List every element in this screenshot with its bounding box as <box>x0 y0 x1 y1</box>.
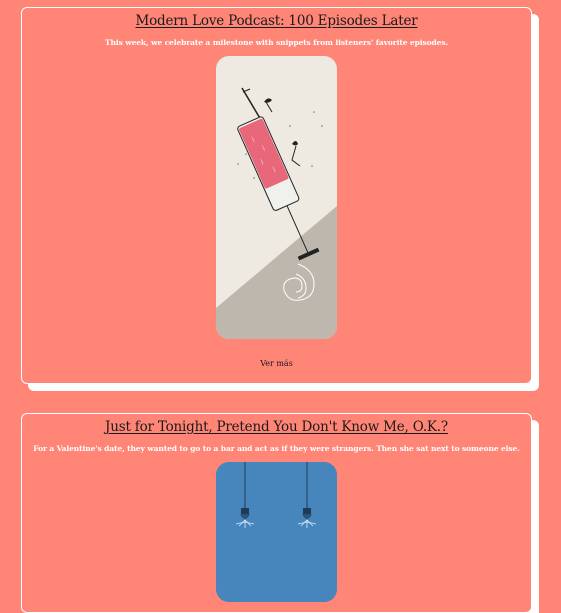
article-description: This week, we celebrate a milestone with… <box>105 38 448 47</box>
article-title-link[interactable]: Just for Tonight, Pretend You Don't Know… <box>22 419 531 435</box>
article-thumbnail[interactable] <box>216 462 337 602</box>
syringe-illustration-icon: ᚿ ᚿ ᚿ ᚿ <box>216 56 337 339</box>
article-thumbnail[interactable]: ᚿ ᚿ ᚿ ᚿ <box>216 56 337 339</box>
article-description: For a Valentine's date, they wanted to g… <box>33 444 520 453</box>
article-card: Just for Tonight, Pretend You Don't Know… <box>21 413 532 613</box>
article-title-link[interactable]: Modern Love Podcast: 100 Episodes Later <box>22 13 531 29</box>
article-card: Modern Love Podcast: 100 Episodes Later … <box>21 7 532 384</box>
see-more-link[interactable]: Ver más <box>260 359 293 368</box>
hanging-lightbulbs-illustration-icon <box>216 462 337 602</box>
